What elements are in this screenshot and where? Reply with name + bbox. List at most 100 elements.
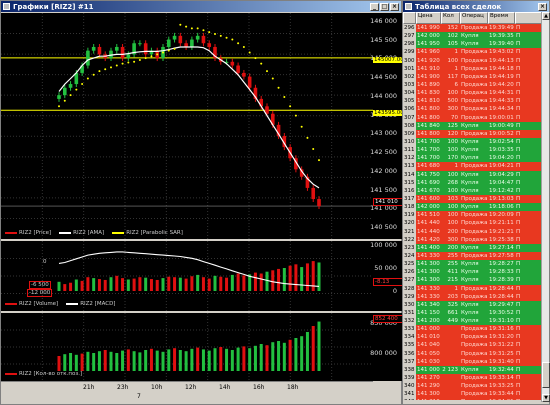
table-row[interactable]: 298 141 950 105 Купля 19:39:40 П: [403, 40, 543, 49]
col-price[interactable]: Цена: [416, 12, 441, 24]
trades-table-body[interactable]: 296 141 990 152 Продажа 19:39:49 П 297 142 000 1…: [403, 24, 543, 400]
oi-bar: [126, 349, 130, 371]
scroll-up-button[interactable]: ▲: [542, 12, 550, 20]
trade-quantity: 125: [441, 121, 460, 130]
trade-operation: Продажа: [460, 390, 488, 399]
table-row[interactable]: 321 141 440 200 Продажа 19:21:21 П: [403, 227, 543, 236]
table-row[interactable]: 309 141 800 120 Продажа 19:00:52 П: [403, 129, 543, 138]
table-row[interactable]: 340 141 290 Продажа 19:33:25 П: [403, 382, 543, 391]
trade-quantity: 255: [441, 251, 460, 261]
vertical-scrollbar[interactable]: ▲ ▼: [541, 12, 550, 402]
trade-quantity: 100: [441, 137, 460, 147]
table-row[interactable]: 306 141 800 300 Продажа 19:44:34 П: [403, 105, 543, 114]
table-row[interactable]: 319 141 510 100 Продажа 19:20:09 П: [403, 211, 543, 220]
candle-body: [166, 39, 171, 47]
minimize-button[interactable]: _: [370, 2, 379, 11]
time-axis[interactable]: 21h 23h 10h 12h 14h 16h 18h 7: [1, 381, 373, 403]
table-row[interactable]: 310 141 700 100 Купля 19:02:54 П: [403, 137, 543, 147]
sar-dot: [150, 55, 153, 58]
maximize-button[interactable]: □: [380, 2, 389, 11]
table-row[interactable]: 311 141 700 100 Купля 19:03:35 П: [403, 146, 543, 155]
scroll-down-button[interactable]: ▼: [542, 394, 550, 402]
axis-tick-label: 144 500: [370, 73, 397, 82]
table-row[interactable]: 335 141 040 Продажа 19:31:22 П: [403, 341, 543, 350]
candle-body: [114, 46, 119, 51]
table-row[interactable]: 296 141 990 152 Продажа 19:39:49 П: [403, 24, 543, 33]
table-row[interactable]: 297 142 000 102 Купля 19:39:35 П: [403, 32, 543, 41]
trade-operation: Продажа: [460, 227, 488, 236]
table-row[interactable]: 303 141 890 6 Продажа 19:44:20 П: [403, 80, 543, 90]
chart-window-titlebar[interactable]: Графики [RIZ2] #11 _ □ ×: [1, 1, 401, 12]
trade-quantity: 1: [441, 162, 460, 171]
table-row[interactable]: 315 141 690 268 Купля 19:04:47 П: [403, 178, 543, 187]
table-row[interactable]: 334 141 010 Продажа 19:31:20 П: [403, 333, 543, 342]
table-row[interactable]: 305 141 810 500 Продажа 19:44:33 П: [403, 97, 543, 106]
table-row[interactable]: 324 141 330 255 Продажа 19:27:58 П: [403, 251, 543, 261]
oi-bar: [74, 354, 78, 371]
volume-bar: [155, 279, 159, 291]
price-panel[interactable]: RIZ2 [Price] RIZ2 [AMA] RIZ2 [Parabolic …: [1, 13, 373, 239]
trade-time: 19:00:49: [488, 121, 515, 130]
table-row[interactable]: 336 141 050 Продажа 19:31:25 П: [403, 349, 543, 358]
col-num[interactable]: [403, 12, 416, 24]
trade-flag: П: [515, 357, 543, 366]
table-row[interactable]: 304 141 830 100 Продажа 19:44:31 П: [403, 89, 543, 98]
trade-time: 19:04:21: [488, 162, 515, 171]
table-row[interactable]: 325 141 300 255 Купля 19:28:27 П: [403, 260, 543, 269]
table-row[interactable]: 331 141 150 661 Купля 19:30:52 П: [403, 308, 543, 318]
col-time[interactable]: Время: [488, 12, 515, 24]
table-row[interactable]: 307 141 800 70 Продажа 19:00:01 П: [403, 113, 543, 122]
table-row[interactable]: 337 141 030 Продажа 19:31:40 П: [403, 357, 543, 366]
table-row[interactable]: 316 141 670 100 Купля 19:12:42 П: [403, 186, 543, 195]
scroll-thumb[interactable]: [542, 362, 550, 388]
table-row[interactable]: 329 141 330 203 Продажа 19:28:44 П: [403, 292, 543, 301]
trade-price: 141 810: [416, 97, 441, 106]
volume-bar: [282, 268, 286, 291]
candle-body: [97, 46, 102, 55]
trade-operation: Купля: [460, 300, 488, 309]
trade-operation: Продажа: [460, 292, 488, 301]
table-row[interactable]: 322 141 420 300 Продажа 19:25:38 П: [403, 235, 543, 244]
trade-quantity: 200: [441, 243, 460, 252]
row-number: 333: [403, 325, 416, 334]
table-row[interactable]: 333 141 000 Продажа 19:31:16 П: [403, 325, 543, 334]
close-button[interactable]: ×: [390, 2, 399, 11]
table-row[interactable]: 341 141 300 Продажа 19:33:44 П: [403, 390, 543, 399]
table-row[interactable]: 338 141 000 2 123 Купля 19:32:44 П: [403, 365, 543, 375]
table-row[interactable]: 320 141 440 100 Продажа 19:21:11 П: [403, 219, 543, 228]
volume-bar: [213, 275, 217, 291]
table-row[interactable]: 302 141 900 117 Продажа 19:44:19 П: [403, 72, 543, 81]
table-row[interactable]: 332 141 200 449 Купля 19:31:10 П: [403, 317, 543, 326]
table-row[interactable]: 318 142 000 100 Купля 19:18:06 П: [403, 203, 543, 212]
table-row[interactable]: 317 141 600 103 Продажа 19:13:03 П: [403, 194, 543, 204]
table-row[interactable]: 308 141 840 125 Купля 19:00:49 П: [403, 121, 543, 130]
table-row[interactable]: 327 141 300 215 Купля 19:28:39 П: [403, 276, 543, 285]
volume-axis[interactable]: 100 000 50 000 0: [370, 241, 403, 311]
table-row[interactable]: 323 141 400 200 Купля 19:27:14 П: [403, 243, 543, 252]
sar-dot: [63, 99, 66, 102]
trade-operation: Купля: [460, 276, 488, 285]
oi-axis[interactable]: 850 000 800 000: [370, 313, 403, 381]
table-row[interactable]: 314 141 750 100 Купля 19:04:29 П: [403, 170, 543, 179]
col-operation[interactable]: Операц: [460, 12, 488, 24]
table-row[interactable]: 326 141 300 411 Купля 19:28:33 П: [403, 268, 543, 277]
table-row[interactable]: 328 141 330 1 Продажа 19:28:44 П: [403, 284, 543, 293]
sar-dot: [254, 57, 257, 60]
volume-panel[interactable]: 0 -6 500 -12 000 RIZ2 [Volume] RIZ2 [MAC…: [1, 241, 373, 311]
close-button[interactable]: ×: [538, 2, 547, 11]
open-interest-panel[interactable]: RIZ2 [Кол-во отк.поз.]: [1, 313, 373, 381]
ama-line: [58, 46, 320, 189]
table-window-titlebar[interactable]: Таблица всех сделок ×: [403, 1, 549, 12]
table-row[interactable]: 300 141 920 100 Продажа 19:44:13 П: [403, 56, 543, 65]
col-qty[interactable]: Кол: [441, 12, 460, 24]
trade-operation: Купля: [460, 178, 488, 187]
trade-price: 141 670: [416, 186, 441, 195]
col-extra[interactable]: [515, 12, 543, 24]
table-row[interactable]: 330 141 340 325 Купля 19:29:47 П: [403, 300, 543, 309]
table-row[interactable]: 342141 310 Продажа19:34:01П: [403, 398, 543, 400]
table-row[interactable]: 301 141 910 1 Продажа 19:44:18 П: [403, 64, 543, 73]
table-row[interactable]: 312 141 700 170 Купля 19:04:20 П: [403, 154, 543, 163]
table-row[interactable]: 339 141 270 Продажа 19:33:14 П: [403, 374, 543, 383]
table-row[interactable]: 299 141 960 1 Продажа 19:43:02 П: [403, 48, 543, 57]
table-row[interactable]: 313 141 680 1 Продажа 19:04:21 П: [403, 162, 543, 171]
